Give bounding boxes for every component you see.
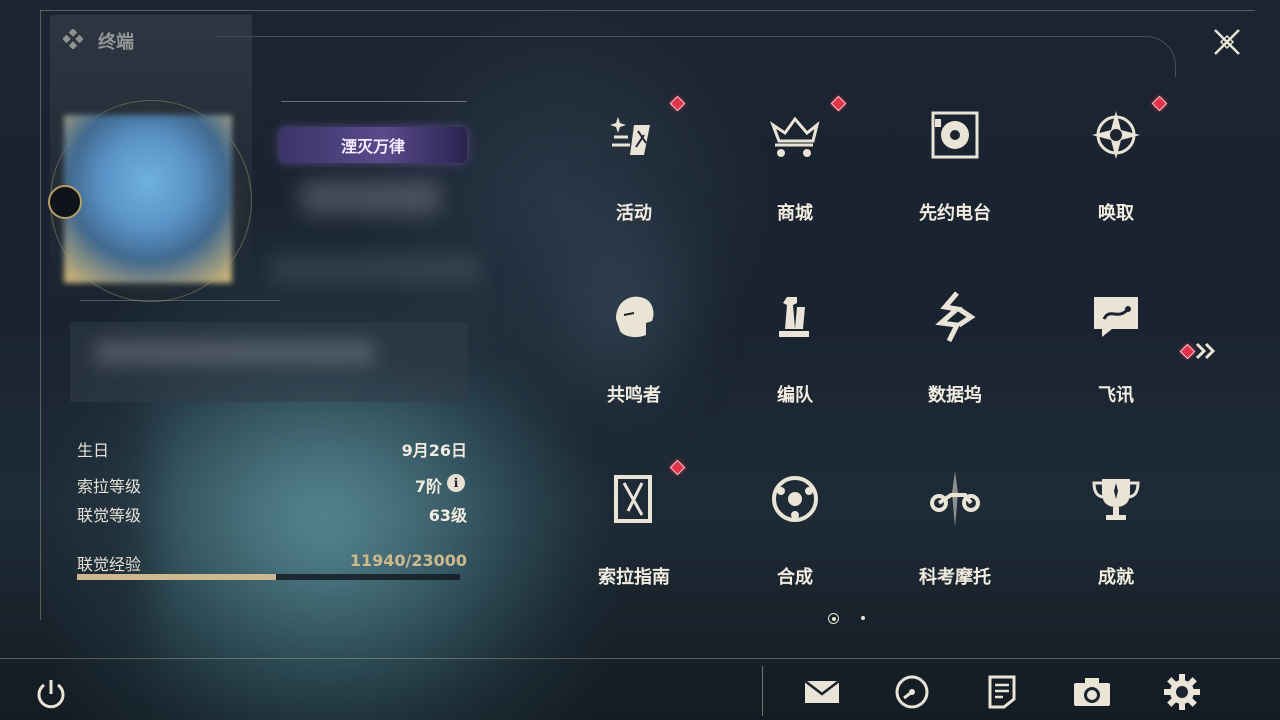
info-icon[interactable]: i xyxy=(447,474,465,492)
camera-button[interactable] xyxy=(1072,672,1112,712)
signature-blurred xyxy=(95,340,375,365)
union-level-value: 63级 xyxy=(428,506,467,525)
resonator-portrait-icon xyxy=(616,296,654,338)
next-page-button[interactable] xyxy=(1179,340,1220,362)
menu-item[interactable]: 共鸣者 xyxy=(559,275,709,435)
menu-item-label: 商城 xyxy=(777,203,813,224)
divider xyxy=(762,666,763,716)
menu-item-label: 飞讯 xyxy=(1098,385,1134,406)
menu-item-label: 共鸣者 xyxy=(607,385,661,406)
guidebook-icon xyxy=(614,475,652,523)
exp-bar-fill xyxy=(77,574,276,580)
motorcycle-icon xyxy=(930,471,980,527)
menu-item[interactable]: 唤取 xyxy=(1041,93,1191,253)
divider xyxy=(281,101,467,102)
notify-dot xyxy=(669,459,686,476)
menu-item-label: 先约电台 xyxy=(919,203,991,224)
settings-gear-icon xyxy=(1164,674,1200,710)
compass-star-icon xyxy=(1092,111,1140,159)
menu-item[interactable]: 成就 xyxy=(1041,457,1191,617)
title-badge[interactable]: 湮灭万律 xyxy=(279,127,467,163)
union-exp-label: 联觉经验 xyxy=(77,555,142,574)
menu-item-label: 合成 xyxy=(777,567,813,588)
frame-line-bottom xyxy=(0,658,1280,659)
avatar-edit-button[interactable] xyxy=(48,185,82,219)
trophy-icon xyxy=(1092,479,1140,520)
menu-item[interactable]: 科考摩托 xyxy=(880,457,1030,617)
player-id-blurred xyxy=(270,255,480,283)
menu-item-label: 唤取 xyxy=(1098,203,1134,224)
frame-line-top xyxy=(40,10,1255,11)
divider xyxy=(80,300,280,301)
notify-dot xyxy=(1151,95,1168,112)
union-level-label: 联觉等级 xyxy=(77,506,142,525)
data-bank-icon xyxy=(935,291,976,343)
notify-dot xyxy=(1179,343,1196,360)
union-exp-value: 11940/23000 xyxy=(349,551,467,570)
settings-button[interactable] xyxy=(1162,672,1202,712)
menu-item-label: 科考摩托 xyxy=(919,567,991,588)
menu-item-label: 数据坞 xyxy=(928,385,982,406)
menu-item[interactable]: 索拉指南 xyxy=(559,457,709,617)
birthday-label: 生日 xyxy=(77,441,110,460)
notes-button[interactable] xyxy=(982,672,1022,712)
notify-dot xyxy=(669,95,686,112)
menu-item[interactable]: 合成 xyxy=(720,457,870,617)
menu-item[interactable]: 商城 xyxy=(720,93,870,253)
time-icon xyxy=(895,675,929,709)
radio-vinyl-icon xyxy=(931,111,979,159)
avatar[interactable] xyxy=(64,115,232,283)
power-button[interactable] xyxy=(33,676,69,712)
menu-item-label: 编队 xyxy=(777,385,813,406)
chess-team-icon xyxy=(779,297,809,337)
time-button[interactable] xyxy=(892,672,932,712)
notes-icon xyxy=(988,675,1016,709)
menu-item-label: 成就 xyxy=(1098,567,1134,588)
close-icon xyxy=(1214,29,1240,55)
menu-item[interactable]: 数据坞 xyxy=(880,275,1030,435)
synthesis-icon xyxy=(772,476,818,522)
background-figure xyxy=(150,380,580,720)
notify-dot xyxy=(830,95,847,112)
camera-icon xyxy=(1074,678,1110,706)
frame-line-left xyxy=(40,10,41,620)
title-badge-label: 湮灭万律 xyxy=(340,137,405,156)
page-indicator-active[interactable] xyxy=(828,613,839,624)
menu-item[interactable]: 先约电台 xyxy=(880,93,1030,253)
chat-bubble-icon xyxy=(1094,297,1138,337)
close-button[interactable] xyxy=(1205,20,1249,64)
page-indicator[interactable] xyxy=(861,616,865,620)
mail-button[interactable] xyxy=(802,672,842,712)
menu-item[interactable]: 编队 xyxy=(720,275,870,435)
menu-item[interactable]: 飞讯 xyxy=(1041,275,1191,435)
double-chevron-right-icon xyxy=(1195,342,1216,360)
frame-curve xyxy=(215,36,1176,77)
menu-item-label: 索拉指南 xyxy=(598,567,670,588)
menu-item-label: 活动 xyxy=(616,203,652,224)
activity-icon xyxy=(610,117,650,155)
power-icon xyxy=(37,680,65,709)
birthday-value: 9月26日 xyxy=(401,441,467,460)
sol-rank-value: 7阶 xyxy=(414,477,442,496)
shop-crown-cart-icon xyxy=(769,116,820,157)
player-name-blurred xyxy=(300,180,440,215)
sol-rank-label: 索拉等级 xyxy=(77,477,142,496)
mail-icon xyxy=(804,680,840,703)
menu-item[interactable]: 活动 xyxy=(559,93,709,253)
